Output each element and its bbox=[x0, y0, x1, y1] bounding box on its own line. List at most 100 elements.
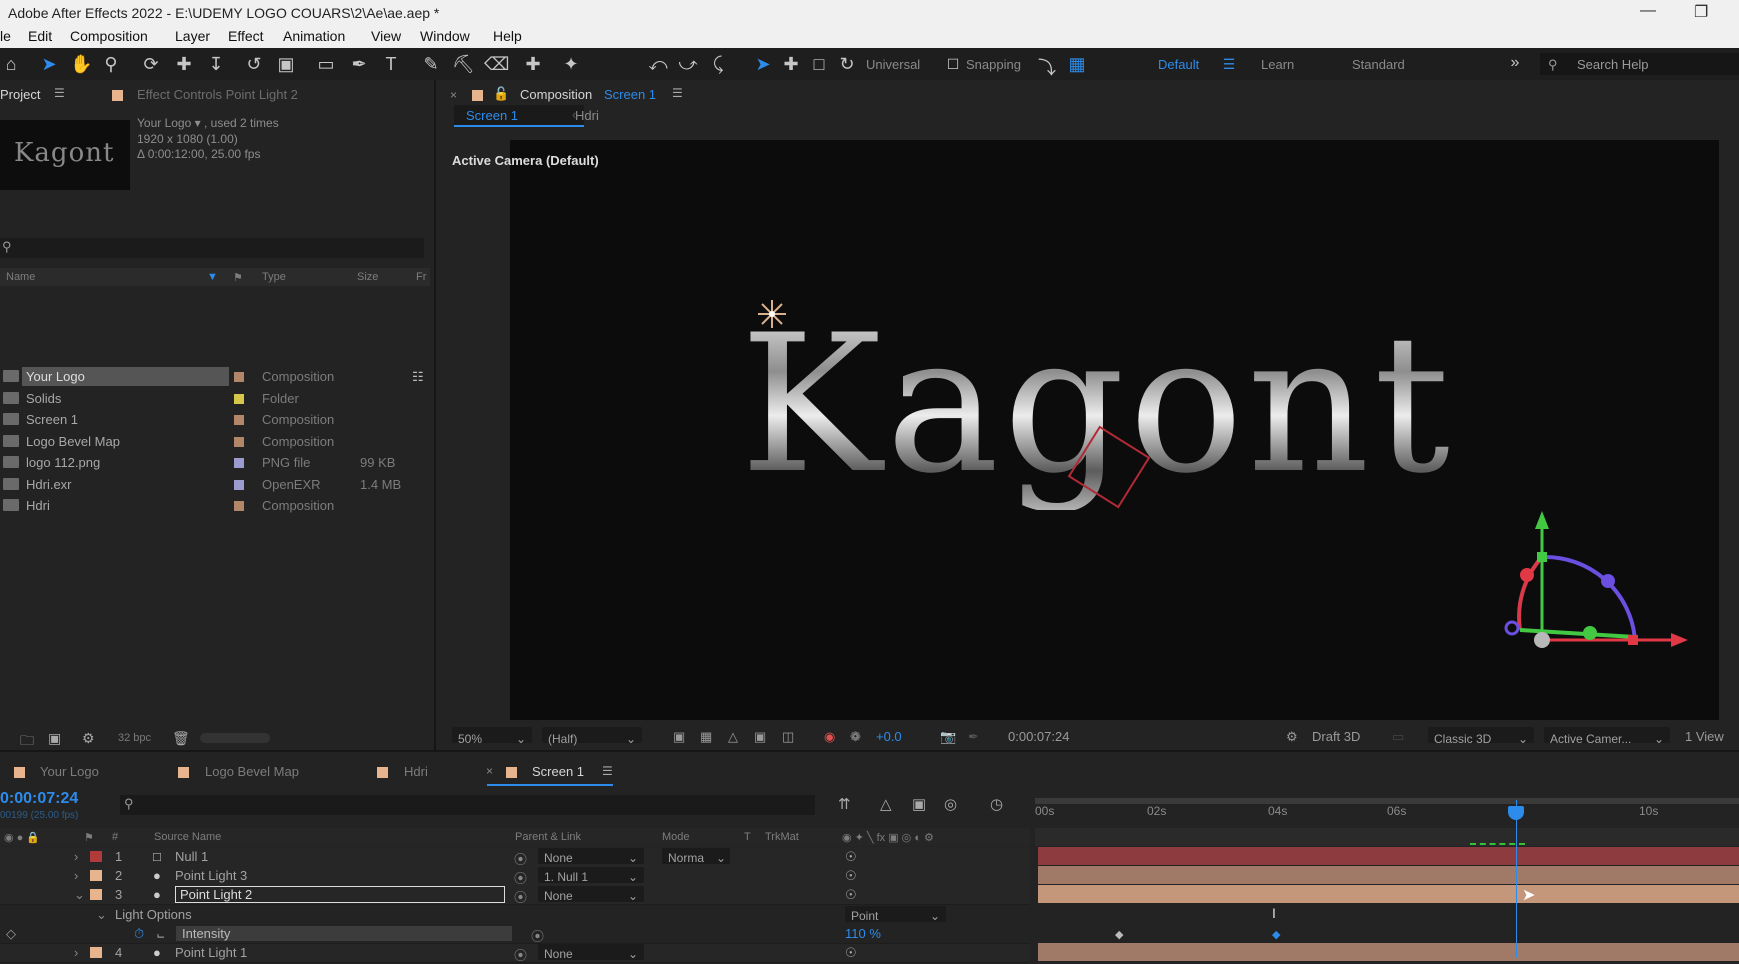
roto-tool-icon[interactable]: ✚ bbox=[522, 54, 544, 75]
draft-3d-toggle-icon[interactable]: △ bbox=[880, 795, 892, 813]
text-tool-icon[interactable]: T bbox=[380, 54, 402, 75]
project-item[interactable]: Logo Bevel Map Composition bbox=[0, 431, 430, 452]
menu-layer[interactable]: Layer bbox=[175, 28, 210, 44]
layer-label-swatch[interactable] bbox=[90, 870, 102, 881]
expand-chevron-icon[interactable]: ⌄ bbox=[74, 887, 85, 903]
shy-switch-icon[interactable]: ☉ bbox=[845, 868, 857, 884]
frame-blending-icon[interactable]: ◎ bbox=[944, 795, 957, 813]
time-ruler[interactable]: 00s 02s 04s 06s 10s bbox=[1035, 798, 1739, 828]
graph-editor-icon[interactable]: ◷ bbox=[990, 795, 1003, 813]
parent-dropdown[interactable]: None ⌄ bbox=[538, 848, 644, 865]
menu-window[interactable]: Window bbox=[420, 28, 470, 44]
timeline-tab-hdri[interactable]: Hdri bbox=[404, 764, 428, 779]
playhead-line[interactable] bbox=[1516, 800, 1517, 958]
exposure-value[interactable]: +0.0 bbox=[876, 729, 902, 744]
clone-tool-icon[interactable]: ⛏ bbox=[452, 54, 475, 75]
local-axis-icon[interactable]: ⤺ bbox=[647, 54, 669, 75]
breadcrumb-hdri[interactable]: Hdri bbox=[575, 108, 599, 123]
layer-duration-bar[interactable] bbox=[1038, 943, 1739, 961]
project-search-input[interactable]: ⚲ bbox=[0, 238, 424, 258]
show-snapshot-icon[interactable]: ✒ bbox=[968, 729, 979, 745]
project-item[interactable]: Hdri.exr OpenEXR 1.4 MB bbox=[0, 474, 430, 495]
layer-switches-icon[interactable]: ◉ ✦ ╲ fx ▣ ◎ ◐ ⚙ bbox=[842, 831, 934, 844]
fast-previews-icon[interactable]: ⚙ bbox=[1286, 729, 1298, 745]
tab-project[interactable]: Project bbox=[0, 87, 40, 102]
layer-name[interactable]: Point Light 2 bbox=[175, 886, 505, 903]
expand-chevron-icon[interactable]: › bbox=[74, 849, 78, 864]
column-t[interactable]: T bbox=[744, 831, 751, 843]
zoom-dropdown[interactable]: 50% ⌄ bbox=[452, 727, 532, 746]
label-swatch[interactable] bbox=[234, 501, 244, 511]
timeline-tab-logo-bevel-map[interactable]: Logo Bevel Map bbox=[205, 764, 299, 779]
column-source-name[interactable]: Source Name bbox=[154, 831, 221, 843]
label-swatch[interactable] bbox=[234, 458, 244, 468]
3d-glasses-icon[interactable]: ▣ bbox=[754, 729, 766, 745]
layer-duration-bar[interactable] bbox=[1038, 847, 1739, 865]
shy-switch-icon[interactable]: ☉ bbox=[845, 849, 857, 865]
timeline-tab-screen-1[interactable]: Screen 1 bbox=[532, 764, 584, 779]
point-light-icon[interactable] bbox=[758, 300, 786, 328]
restore-icon[interactable]: ❐ bbox=[1694, 2, 1708, 22]
label-swatch[interactable] bbox=[234, 436, 244, 447]
flowchart-icon[interactable]: ☷ bbox=[412, 369, 424, 385]
selection-tool-icon[interactable]: ➤ bbox=[38, 54, 60, 75]
eraser-tool-icon[interactable]: ⌫ bbox=[484, 54, 509, 75]
panel-menu-icon[interactable]: ☰ bbox=[602, 764, 613, 778]
new-composition-icon[interactable]: ▣ bbox=[48, 730, 61, 747]
search-help-box[interactable]: ⚲ Search Help bbox=[1540, 53, 1739, 75]
puppet-tool-icon[interactable]: ✦ bbox=[560, 54, 582, 75]
logo-render[interactable]: Kagont bbox=[720, 270, 1520, 510]
workspace-standard[interactable]: Standard bbox=[1352, 57, 1405, 72]
shy-switch-icon[interactable]: ☉ bbox=[845, 945, 857, 961]
mask-visibility-icon[interactable]: △ bbox=[728, 729, 738, 745]
tab-composition-name[interactable]: Screen 1 bbox=[604, 87, 656, 102]
menu-edit[interactable]: Edit bbox=[28, 28, 52, 44]
select-3d-icon[interactable]: ➤ bbox=[752, 54, 774, 75]
layer-name[interactable]: Null 1 bbox=[175, 849, 208, 864]
project-item[interactable]: Hdri Composition bbox=[0, 495, 430, 516]
pan-tool-icon[interactable]: ✚ bbox=[173, 54, 195, 75]
timeline-layer-row[interactable]: › 2 ● Point Light 3 ⦿ 1. Null 1 ⌄ ☉ bbox=[0, 866, 1030, 886]
rotate-3d-icon[interactable]: ↻ bbox=[836, 54, 858, 75]
project-item[interactable]: logo 112.png PNG file 99 KB bbox=[0, 452, 430, 473]
orbit-tool-icon[interactable]: ⟳ bbox=[140, 54, 162, 75]
pickwhip-icon[interactable]: ⦿ bbox=[514, 887, 527, 906]
universal-label[interactable]: Universal bbox=[866, 57, 920, 72]
layer-duration-bar[interactable] bbox=[1038, 866, 1739, 884]
property-track[interactable] bbox=[1038, 905, 1739, 943]
layer-duration-bar[interactable] bbox=[1038, 885, 1739, 903]
pickwhip-icon[interactable]: ⦿ bbox=[514, 945, 527, 964]
workspace-learn[interactable]: Learn bbox=[1261, 57, 1294, 72]
shy-layers-icon[interactable]: ▣ bbox=[912, 795, 926, 813]
menu-view[interactable]: View bbox=[371, 28, 401, 44]
lock-icon[interactable]: 🔓 bbox=[493, 86, 509, 102]
snapping-label[interactable]: Snapping bbox=[966, 57, 1021, 72]
timeline-layer-row[interactable]: › 1 □ Null 1 ⦿ None ⌄ Norma ⌄ ☉ bbox=[0, 847, 1030, 867]
av-features-icon[interactable]: ◉ ● 🔒 bbox=[4, 831, 40, 844]
keyframe-icon[interactable]: ◆ bbox=[1272, 928, 1280, 941]
pen-tool-icon[interactable]: ✒ bbox=[348, 54, 370, 75]
timeline-search-input[interactable]: ⚲ bbox=[120, 795, 815, 815]
workspace-menu-icon[interactable]: ☰ bbox=[1218, 56, 1240, 73]
bpc-label[interactable]: 32 bpc bbox=[118, 732, 151, 744]
comp-flowchart-icon[interactable]: ⇈ bbox=[838, 795, 851, 813]
close-icon[interactable]: × bbox=[486, 764, 493, 778]
zoom-tool-icon[interactable]: ⚲ bbox=[100, 54, 122, 75]
tab-effect-controls[interactable]: Effect Controls Point Light 2 bbox=[137, 87, 298, 102]
project-settings-icon[interactable]: ⚙ bbox=[82, 730, 95, 747]
renderer-dropdown[interactable]: Classic 3D ⌄ bbox=[1428, 727, 1534, 746]
column-name[interactable]: Name bbox=[6, 271, 35, 283]
project-item[interactable]: Solids Folder bbox=[0, 388, 430, 409]
label-swatch[interactable] bbox=[234, 372, 244, 382]
shy-switch-icon[interactable]: ☉ bbox=[845, 887, 857, 903]
project-item[interactable]: Screen 1 Composition bbox=[0, 409, 430, 430]
viewer-timecode[interactable]: 0:00:07:24 bbox=[1008, 729, 1069, 744]
label-column-icon[interactable]: ⚑ bbox=[84, 831, 94, 844]
snapshot-camera-icon[interactable]: 📷 bbox=[940, 729, 956, 745]
chevron-down-icon[interactable]: ▾ bbox=[195, 116, 201, 130]
snap-options-icon[interactable]: ⤵ bbox=[1036, 54, 1058, 80]
menu-effect[interactable]: Effect bbox=[228, 28, 264, 44]
thumbnail-size-slider[interactable] bbox=[200, 733, 270, 743]
tab-composition-label[interactable]: Composition bbox=[520, 87, 592, 102]
snap-grid-icon[interactable]: ▦ bbox=[1066, 54, 1088, 75]
